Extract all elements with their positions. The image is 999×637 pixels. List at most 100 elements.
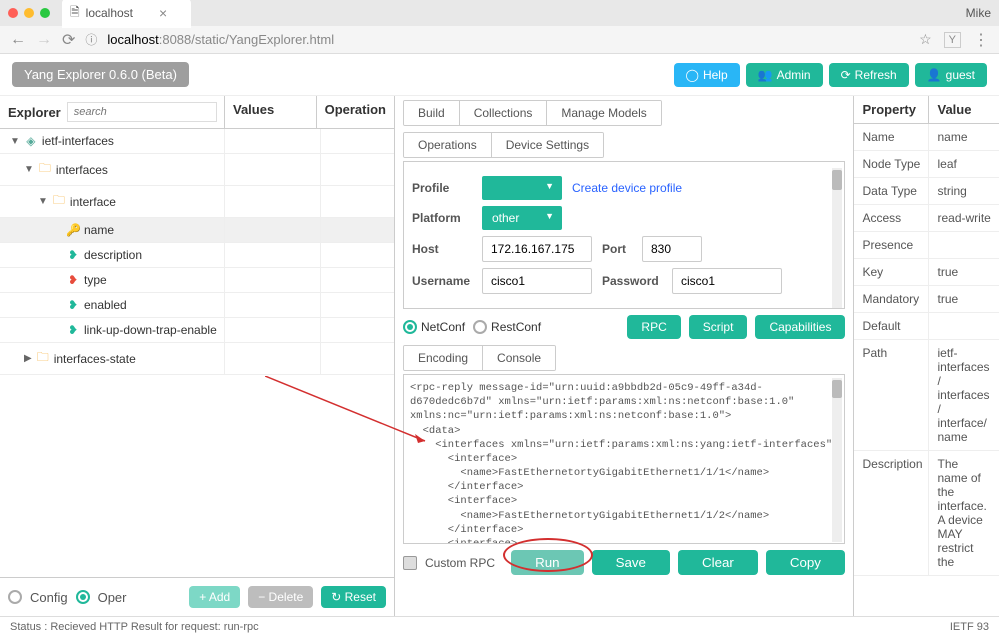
menu-icon[interactable]: ⋮: [973, 30, 989, 50]
rpc-button[interactable]: RPC: [627, 315, 680, 339]
port-label: Port: [602, 242, 632, 256]
github-icon: ◯: [686, 68, 699, 82]
tree-row[interactable]: ▼◈ietf-interfaces: [0, 129, 394, 154]
property-row: Pathietf-interfaces/ interfaces/ interfa…: [854, 340, 999, 451]
reset-button[interactable]: ↻ Reset: [321, 586, 386, 608]
platform-select[interactable]: other: [482, 206, 562, 230]
sub-tabs: Operations Device Settings: [403, 132, 604, 158]
explorer-tree[interactable]: ▼◈ietf-interfaces▼🗀interfaces▼🗀interface…: [0, 129, 394, 577]
tree-row[interactable]: ❥link-up-down-trap-enable: [0, 318, 394, 343]
tab-console[interactable]: Console: [483, 346, 555, 370]
host-input[interactable]: [482, 236, 592, 262]
property-row: Keytrue: [854, 259, 999, 286]
run-button[interactable]: Run: [511, 550, 583, 575]
custom-rpc-label: Custom RPC: [425, 556, 495, 570]
create-profile-link[interactable]: Create device profile: [572, 181, 682, 195]
admin-button[interactable]: 👥Admin: [746, 63, 823, 87]
capabilities-button[interactable]: Capabilities: [755, 315, 845, 339]
close-window-icon[interactable]: [8, 8, 18, 18]
custom-rpc-checkbox[interactable]: [403, 556, 417, 570]
property-header: Property: [854, 96, 929, 123]
password-input[interactable]: [672, 268, 782, 294]
restconf-radio[interactable]: [473, 320, 487, 334]
maximize-window-icon[interactable]: [40, 8, 50, 18]
help-button[interactable]: ◯Help: [674, 63, 740, 87]
guest-button[interactable]: 👤guest: [915, 63, 987, 87]
username-label: Username: [412, 274, 472, 288]
config-radio[interactable]: [8, 590, 22, 604]
netconf-radio[interactable]: [403, 320, 417, 334]
oper-radio[interactable]: [76, 590, 90, 604]
profile-label: Profile: [412, 181, 472, 195]
tree-row[interactable]: ▼🗀interfaces: [0, 154, 394, 186]
copy-button[interactable]: Copy: [766, 550, 845, 575]
platform-label: Platform: [412, 211, 472, 225]
save-button[interactable]: Save: [592, 550, 670, 575]
top-tabs: Build Collections Manage Models: [403, 100, 662, 126]
tab-encoding[interactable]: Encoding: [404, 346, 483, 370]
port-input[interactable]: [642, 236, 702, 262]
clear-button[interactable]: Clear: [678, 550, 758, 575]
status-text: Status : Recieved HTTP Result for reques…: [10, 621, 259, 633]
property-row: Namename: [854, 124, 999, 151]
tree-row[interactable]: ❥description: [0, 243, 394, 268]
tab-title: localhost: [86, 6, 133, 20]
browser-tab[interactable]: 🗎 localhost ×: [62, 0, 191, 28]
bookmark-icon[interactable]: ☆: [919, 31, 932, 48]
property-row: DescriptionThe name of the interface. A …: [854, 451, 999, 576]
operation-header: Operation: [317, 96, 394, 128]
tab-manage-models[interactable]: Manage Models: [547, 101, 660, 125]
netconf-label: NetConf: [421, 320, 465, 334]
reload-icon[interactable]: ⟳: [62, 30, 75, 50]
value-header: Value: [929, 96, 999, 123]
tab-collections[interactable]: Collections: [460, 101, 548, 125]
y-extension-icon[interactable]: Y: [944, 32, 961, 48]
close-tab-icon[interactable]: ×: [159, 5, 167, 21]
tree-row[interactable]: ❥enabled: [0, 293, 394, 318]
property-row: Presence: [854, 232, 999, 259]
url-field[interactable]: localhost:8088/static/YangExplorer.html: [107, 32, 909, 47]
explorer-header: Explorer: [8, 105, 61, 120]
tree-row[interactable]: 🔑name: [0, 218, 394, 243]
property-row: Mandatorytrue: [854, 286, 999, 313]
status-bar: Status : Recieved HTTP Result for reques…: [0, 616, 999, 637]
values-header: Values: [225, 96, 317, 128]
window-controls[interactable]: [8, 8, 50, 18]
tab-operations[interactable]: Operations: [404, 133, 492, 157]
address-bar: ← → ⟳ ⓘ localhost:8088/static/YangExplor…: [0, 26, 999, 54]
users-icon: 👥: [758, 68, 773, 82]
add-button[interactable]: + Add: [189, 586, 240, 608]
chrome-user[interactable]: Mike: [966, 6, 991, 20]
config-label: Config: [30, 590, 68, 605]
username-input[interactable]: [482, 268, 592, 294]
user-icon: 👤: [927, 68, 942, 82]
page-icon: 🗎: [70, 3, 80, 24]
delete-button[interactable]: − Delete: [248, 586, 313, 608]
tree-row[interactable]: ▼🗀interface: [0, 186, 394, 218]
property-row: Accessread-write: [854, 205, 999, 232]
host-label: Host: [412, 242, 472, 256]
tree-row[interactable]: ▶🗀interfaces-state: [0, 343, 394, 375]
tab-build[interactable]: Build: [404, 101, 460, 125]
property-row: Node Typeleaf: [854, 151, 999, 178]
profile-select[interactable]: [482, 176, 562, 200]
info-icon[interactable]: ⓘ: [85, 31, 97, 48]
tree-row[interactable]: ❥type: [0, 268, 394, 293]
console-tabs: Encoding Console: [403, 345, 556, 371]
refresh-button[interactable]: ⟳Refresh: [829, 63, 909, 87]
refresh-icon: ⟳: [841, 68, 851, 82]
console-output[interactable]: <rpc-reply message-id="urn:uuid:a9bbdb2d…: [403, 374, 845, 544]
property-row: Default: [854, 313, 999, 340]
restconf-label: RestConf: [491, 320, 541, 334]
script-button[interactable]: Script: [689, 315, 748, 339]
oper-label: Oper: [98, 590, 127, 605]
minimize-window-icon[interactable]: [24, 8, 34, 18]
device-form: Profile Create device profile Platform o…: [403, 161, 845, 309]
center-panel: Build Collections Manage Models Operatio…: [395, 96, 853, 616]
forward-icon[interactable]: →: [36, 31, 52, 49]
back-icon[interactable]: ←: [10, 31, 26, 49]
search-input[interactable]: [67, 102, 217, 122]
tab-device-settings[interactable]: Device Settings: [492, 133, 603, 157]
explorer-panel: Explorer Values Operation ▼◈ietf-interfa…: [0, 96, 395, 616]
app-header: Yang Explorer 0.6.0 (Beta) ◯Help 👥Admin …: [0, 54, 999, 96]
